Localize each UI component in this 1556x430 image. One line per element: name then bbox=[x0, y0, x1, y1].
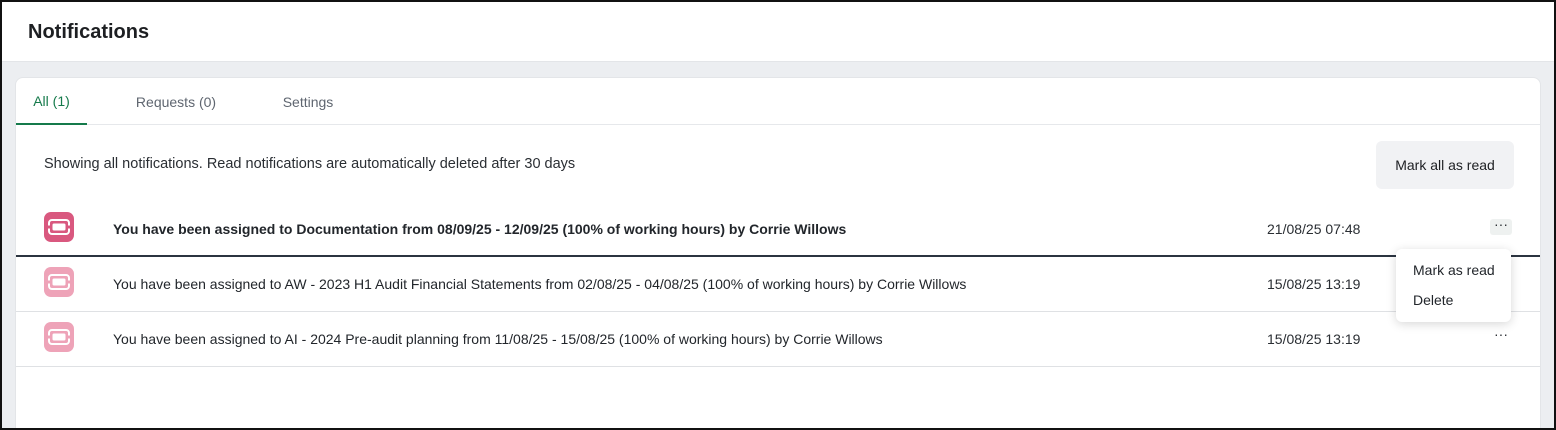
page-header: Notifications bbox=[2, 2, 1554, 62]
menu-item-delete[interactable]: Delete bbox=[1396, 285, 1511, 315]
notifications-window: Notifications All (1) Requests (0) Setti… bbox=[0, 0, 1556, 430]
tab-requests[interactable]: Requests (0) bbox=[122, 78, 230, 125]
notification-time: 15/08/25 13:19 bbox=[1267, 331, 1361, 347]
calendar-assignment-icon bbox=[44, 267, 74, 297]
notification-text: You have been assigned to AW - 2023 H1 A… bbox=[113, 276, 967, 292]
more-options-button[interactable]: ··· bbox=[1490, 327, 1512, 345]
info-text: Showing all notifications. Read notifica… bbox=[44, 156, 576, 172]
notification-text: You have been assigned to Documentation … bbox=[113, 221, 847, 237]
page-title: Notifications bbox=[28, 21, 150, 43]
tab-settings[interactable]: Settings bbox=[268, 78, 348, 125]
menu-item-mark-as-read[interactable]: Mark as read bbox=[1396, 255, 1511, 285]
mark-all-as-read-button[interactable]: Mark all as read bbox=[1376, 141, 1514, 189]
notification-row[interactable]: You have been assigned to Documentation … bbox=[16, 202, 1540, 257]
tab-all[interactable]: All (1) bbox=[16, 78, 87, 125]
notification-row[interactable]: You have been assigned to AI - 2024 Pre-… bbox=[16, 312, 1540, 367]
notifications-card: All (1) Requests (0) Settings Showing al… bbox=[15, 77, 1541, 428]
calendar-assignment-icon bbox=[44, 322, 74, 352]
notification-context-menu: Mark as read Delete bbox=[1396, 249, 1511, 322]
notification-time: 15/08/25 13:19 bbox=[1267, 276, 1361, 292]
notification-time: 21/08/25 07:48 bbox=[1267, 221, 1361, 237]
calendar-assignment-icon bbox=[44, 212, 74, 242]
notification-list: You have been assigned to Documentation … bbox=[16, 202, 1540, 367]
notification-text: You have been assigned to AI - 2024 Pre-… bbox=[113, 331, 883, 347]
tab-bar: All (1) Requests (0) Settings bbox=[16, 78, 1540, 125]
more-options-button[interactable]: ··· bbox=[1490, 217, 1512, 235]
notification-row[interactable]: You have been assigned to AW - 2023 H1 A… bbox=[16, 257, 1540, 312]
